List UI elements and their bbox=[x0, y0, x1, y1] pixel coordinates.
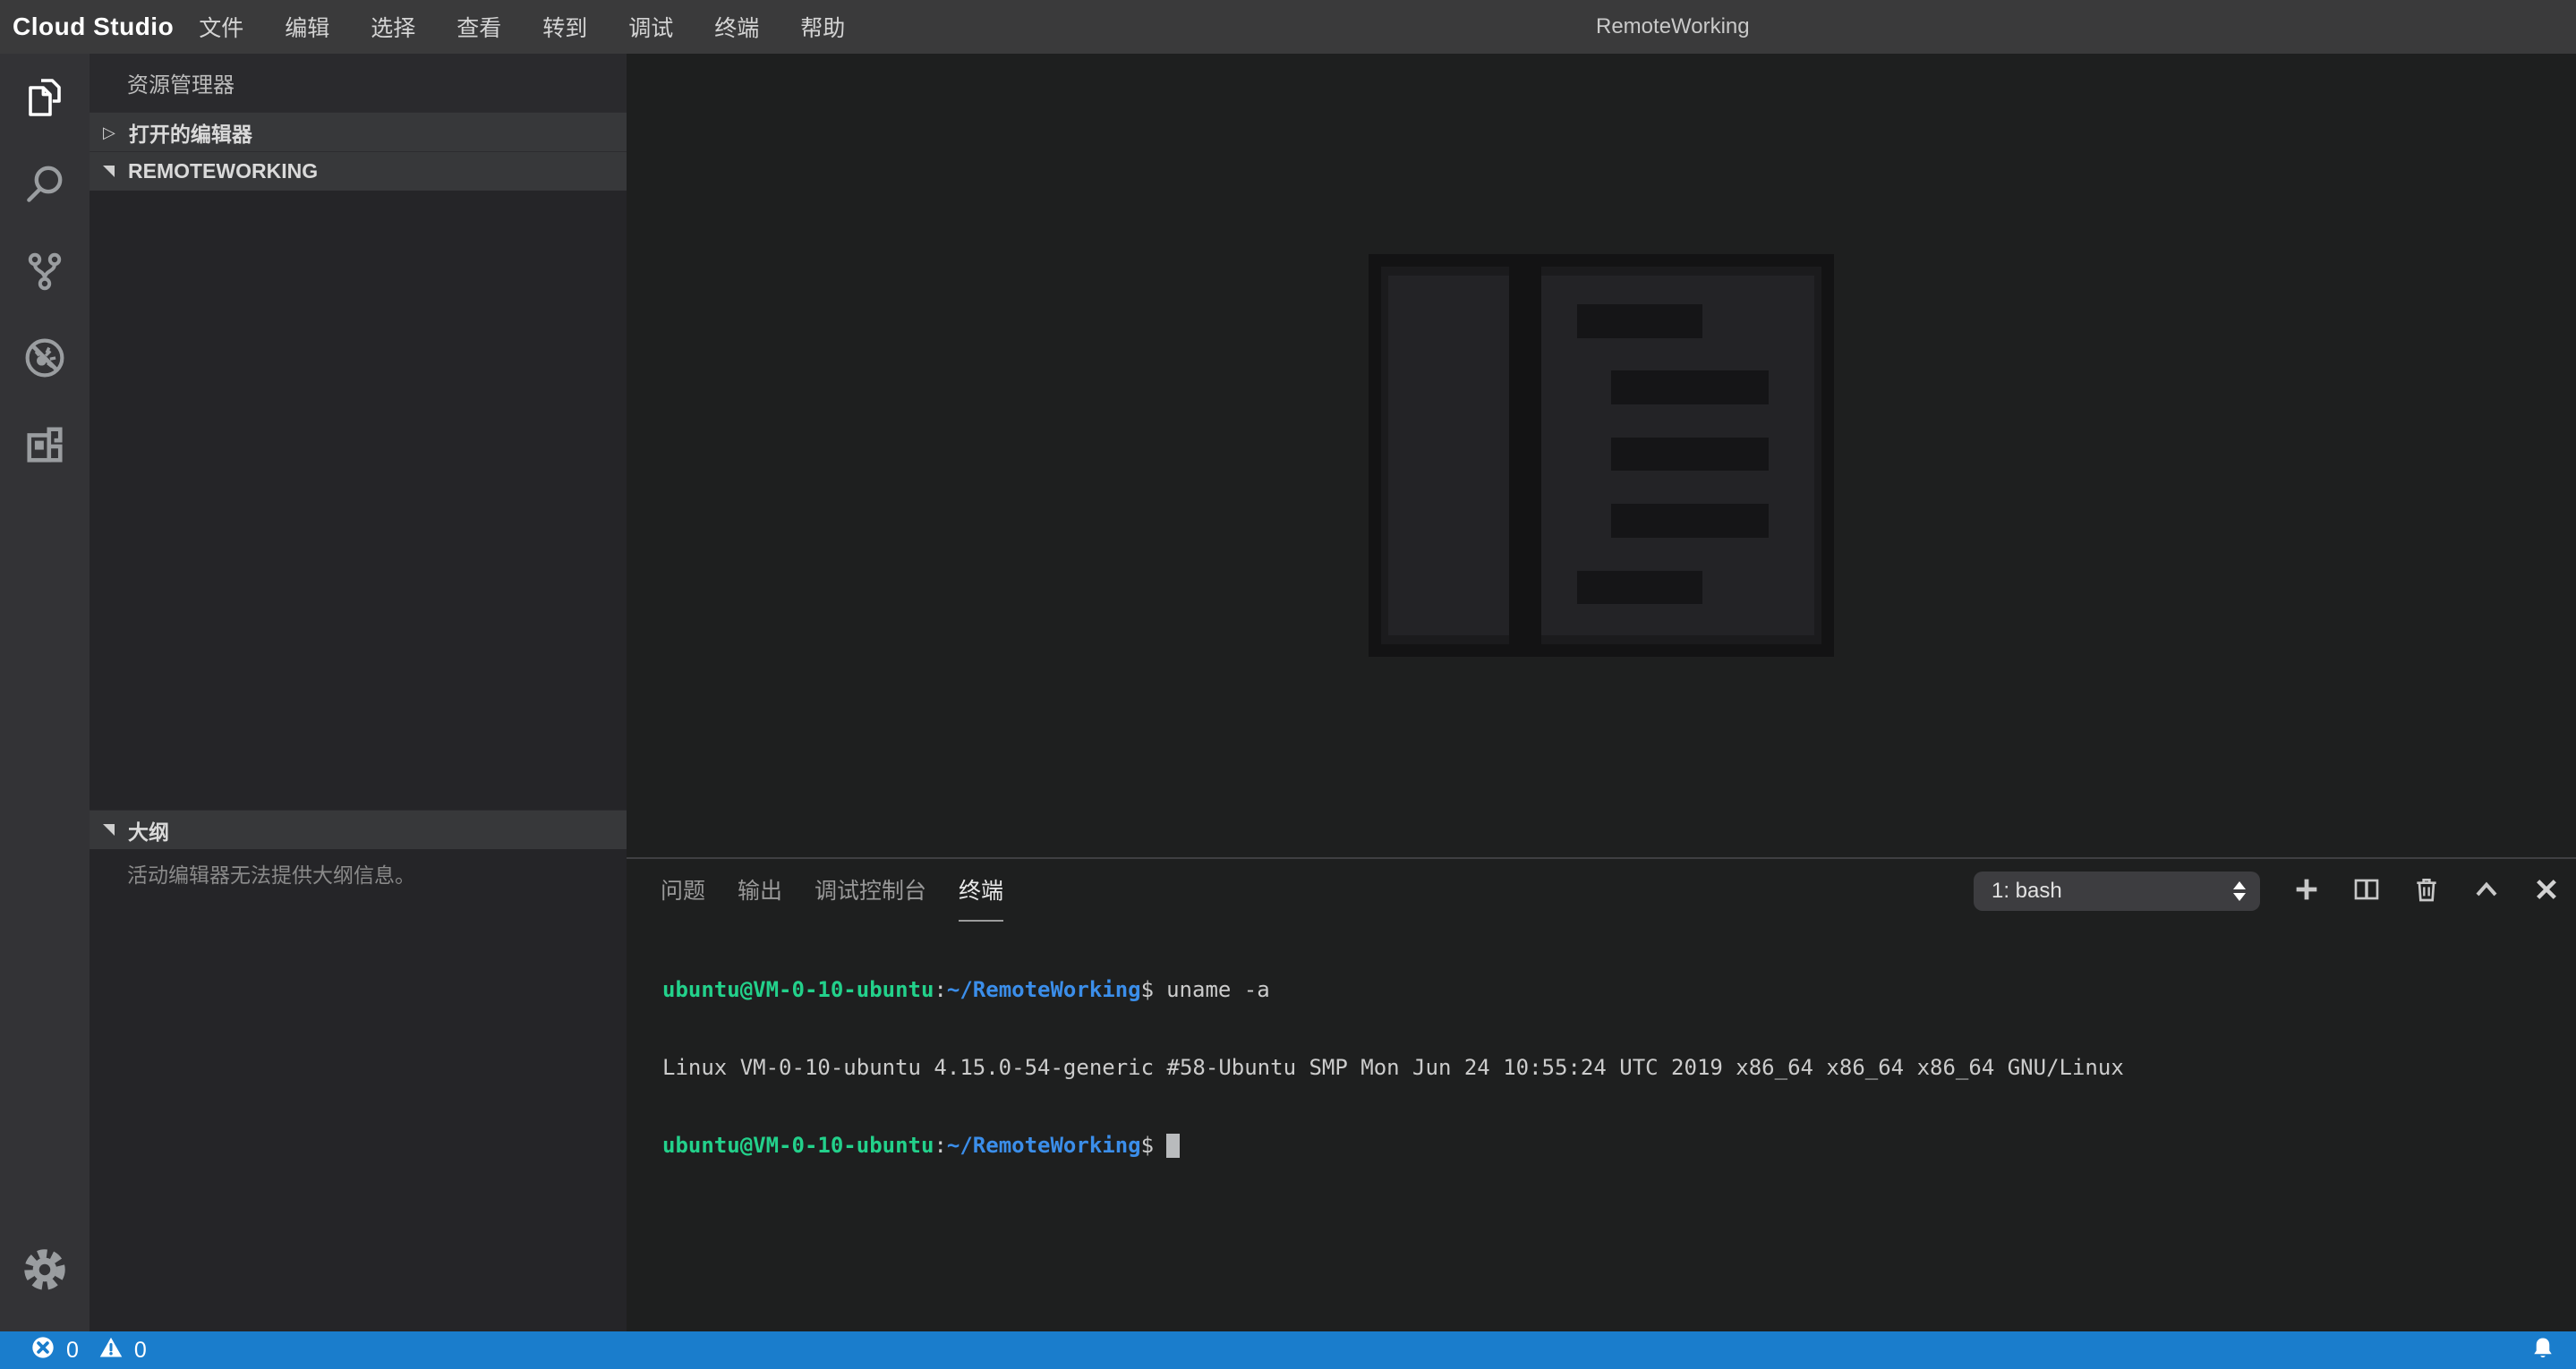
close-icon bbox=[2532, 875, 2561, 908]
source-control-icon bbox=[23, 250, 66, 293]
watermark-divider bbox=[1509, 267, 1541, 644]
menu-bar: Cloud Studio 文件 编辑 选择 查看 转到 调试 终端 帮助 Rem… bbox=[0, 0, 2576, 54]
chevron-right-icon: ▷ bbox=[103, 124, 115, 140]
watermark-left-panel bbox=[1388, 276, 1509, 635]
select-spinner-icon bbox=[2233, 881, 2246, 901]
main-menu: 文件 编辑 选择 查看 转到 调试 终端 帮助 bbox=[199, 11, 845, 43]
settings-button[interactable] bbox=[0, 1240, 90, 1303]
menu-item-file[interactable]: 文件 bbox=[199, 11, 243, 43]
terminal-line: ubuntu@VM-0-10-ubuntu:~/RemoteWorking$ bbox=[662, 1133, 2558, 1159]
terminal-cursor bbox=[1166, 1134, 1180, 1158]
split-terminal-icon bbox=[2352, 875, 2381, 908]
window-title: RemoteWorking bbox=[1596, 0, 1750, 54]
status-bar: 0 0 bbox=[0, 1331, 2576, 1369]
kill-terminal-button[interactable] bbox=[2411, 876, 2442, 906]
debug-disabled-icon bbox=[22, 336, 67, 380]
triangle-down-icon bbox=[103, 166, 115, 177]
explorer-sidebar: 资源管理器 ▷ 打开的编辑器 REMOTEWORKING 大纲 活动编辑器无法提… bbox=[90, 54, 627, 1331]
split-terminal-button[interactable] bbox=[2351, 876, 2382, 906]
section-outline[interactable]: 大纲 bbox=[90, 810, 627, 849]
trash-icon bbox=[2412, 875, 2441, 908]
section-open-editors[interactable]: ▷ 打开的编辑器 bbox=[90, 112, 627, 151]
terminal-line: ubuntu@VM-0-10-ubuntu:~/RemoteWorking$un… bbox=[662, 977, 2558, 1003]
panel-toolbar: 1: bash bbox=[1974, 872, 2562, 911]
editor-watermark bbox=[1369, 254, 1834, 657]
terminal-select[interactable]: 1: bash bbox=[1974, 872, 2260, 911]
new-terminal-button[interactable] bbox=[2291, 876, 2322, 906]
menu-item-help[interactable]: 帮助 bbox=[800, 11, 845, 43]
section-remoteworking[interactable]: REMOTEWORKING bbox=[90, 151, 627, 191]
error-icon bbox=[30, 1335, 55, 1366]
settings-gear-icon bbox=[22, 1247, 67, 1297]
tab-terminal[interactable]: 终端 bbox=[959, 859, 1003, 922]
bottom-panel: 问题 输出 调试控制台 终端 1: bash bbox=[627, 857, 2576, 1331]
warning-icon bbox=[98, 1335, 124, 1366]
watermark-right-panel bbox=[1541, 276, 1814, 635]
notifications-button[interactable] bbox=[2529, 1331, 2556, 1369]
files-icon bbox=[23, 76, 66, 119]
source-control-button[interactable] bbox=[0, 227, 90, 314]
tab-debug-console[interactable]: 调试控制台 bbox=[815, 859, 926, 922]
menu-item-debug[interactable]: 调试 bbox=[628, 11, 673, 43]
outline-empty-message: 活动编辑器无法提供大纲信息。 bbox=[127, 861, 593, 889]
error-count: 0 bbox=[66, 1338, 79, 1364]
debug-button[interactable] bbox=[0, 314, 90, 401]
search-icon bbox=[23, 163, 66, 206]
app-logo: Cloud Studio bbox=[13, 13, 174, 41]
extensions-button[interactable] bbox=[0, 401, 90, 488]
menu-item-edit[interactable]: 编辑 bbox=[285, 11, 329, 43]
terminal-content[interactable]: ubuntu@VM-0-10-ubuntu:~/RemoteWorking$un… bbox=[662, 925, 2558, 1322]
plus-icon bbox=[2292, 875, 2321, 908]
bell-icon bbox=[2529, 1335, 2556, 1366]
menu-item-goto[interactable]: 转到 bbox=[542, 11, 587, 43]
close-panel-button[interactable] bbox=[2531, 876, 2562, 906]
tab-output[interactable]: 输出 bbox=[738, 859, 782, 922]
menu-item-terminal[interactable]: 终端 bbox=[714, 11, 759, 43]
menu-item-view[interactable]: 查看 bbox=[456, 11, 501, 43]
explorer-button[interactable] bbox=[0, 54, 90, 140]
menu-item-select[interactable]: 选择 bbox=[371, 11, 415, 43]
maximize-panel-button[interactable] bbox=[2471, 876, 2502, 906]
problems-status[interactable]: 0 0 bbox=[30, 1335, 156, 1366]
sidebar-title: 资源管理器 bbox=[90, 54, 627, 112]
search-button[interactable] bbox=[0, 140, 90, 227]
tab-problems[interactable]: 问题 bbox=[661, 859, 705, 922]
triangle-down-icon bbox=[103, 824, 115, 836]
extensions-icon bbox=[24, 424, 65, 465]
chevron-up-icon bbox=[2472, 875, 2501, 908]
editor-area bbox=[627, 54, 2576, 857]
warning-count: 0 bbox=[134, 1338, 147, 1364]
activity-bar bbox=[0, 54, 90, 1331]
terminal-line: Linux VM-0-10-ubuntu 4.15.0-54-generic #… bbox=[662, 1055, 2558, 1081]
